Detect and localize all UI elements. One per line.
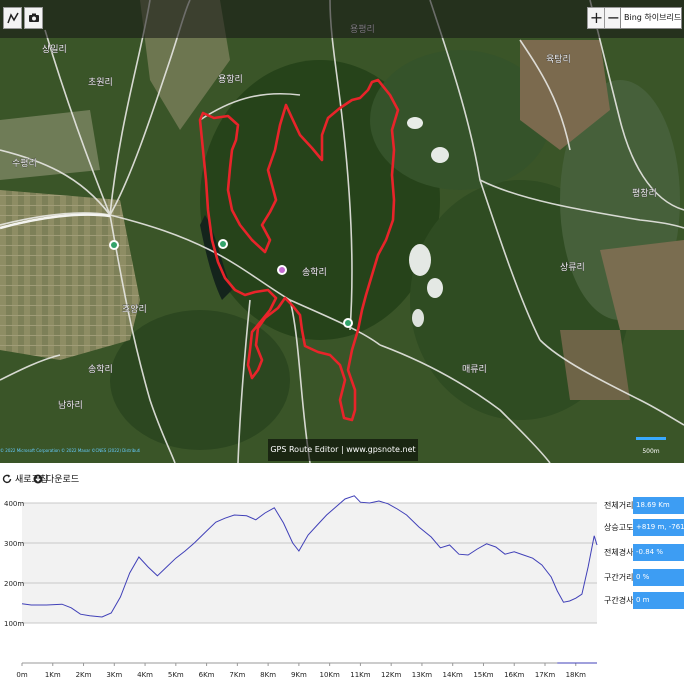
x-tick-label: 17Km (535, 671, 555, 679)
x-tick-label: 18Km (566, 671, 586, 679)
x-tick-label: 6Km (199, 671, 215, 679)
stat-label: 구간거리 (604, 572, 634, 582)
y-tick-label: 300m (4, 540, 24, 548)
stat-label: 전체경사 (604, 547, 634, 557)
map-watermark: GPS Route Editor | www.gpsnote.net (268, 439, 418, 461)
x-tick-label: 10Km (319, 671, 339, 679)
x-tick-label: 15Km (473, 671, 493, 679)
stat-value: +819 m, -761 m (633, 518, 684, 536)
stat-row: 구간경사 0 m (604, 591, 684, 609)
x-tick-label: 9Km (291, 671, 307, 679)
stat-row: 구간거리 0 % (604, 568, 684, 586)
stat-value: 0 m (633, 591, 684, 609)
stat-value: 0 % (633, 568, 684, 586)
x-tick-label: 0m (16, 671, 27, 679)
y-tick-label: 400m (4, 500, 24, 508)
svg-text:용항리: 용항리 (218, 74, 243, 85)
map-toolbar (0, 0, 684, 38)
stat-row: 전체거리 18.69 Km (604, 496, 684, 514)
x-tick-label: 1Km (45, 671, 61, 679)
stat-label: 전체거리 (604, 500, 634, 510)
stat-label: 구간경사 (604, 595, 634, 605)
scale-bar: 500m (636, 437, 666, 455)
svg-text:송학리: 송학리 (88, 364, 113, 375)
svg-text:남하리: 남하리 (58, 400, 83, 411)
svg-text:초원리: 초원리 (88, 77, 113, 88)
elevation-chart[interactable]: 100m 200m 300m 400m 0m 1Km 2Km 3Km 4Km 5Km 6Km 7Km 8… (0, 483, 600, 681)
stat-value: 18.69 Km (633, 496, 684, 514)
map-credit[interactable]: © 2022 Microsoft Corporation © 2022 Maxa… (0, 448, 140, 453)
stat-label: 상승고도 (604, 522, 634, 532)
download-icon (33, 474, 43, 483)
y-tick-label: 200m (4, 580, 24, 588)
svg-text:상일리: 상일리 (42, 44, 67, 55)
x-tick-label: 8Km (260, 671, 276, 679)
svg-text:조양리: 조양리 (122, 304, 147, 315)
svg-text:매류리: 매류리 (462, 364, 487, 375)
stat-row: 전체경사 -0.84 % (604, 543, 684, 561)
x-tick-label: 3Km (106, 671, 122, 679)
plot-background (22, 503, 597, 623)
scale-label: 500m (642, 448, 660, 455)
map-view[interactable]: 상일리 초원리 용항리 송학리 조양리 송학리 육탕리 평창리 매류리 수평리 … (0, 0, 684, 463)
x-tick-label: 2Km (76, 671, 92, 679)
svg-text:상류리: 상류리 (560, 262, 585, 273)
x-tick-label: 11Km (350, 671, 370, 679)
stat-value: -0.84 % (633, 543, 684, 561)
svg-text:육탕리: 육탕리 (546, 54, 571, 65)
refresh-icon (2, 474, 12, 483)
y-tick-label: 100m (4, 620, 24, 628)
x-tick-label: 12Km (381, 671, 401, 679)
x-tick-label: 13Km (412, 671, 432, 679)
x-tick-label: 14Km (443, 671, 463, 679)
route-mode-icon[interactable] (3, 7, 22, 29)
x-tick-label: 5Km (168, 671, 184, 679)
satellite-imagery: 상일리 초원리 용항리 송학리 조양리 송학리 육탕리 평창리 매류리 수평리 … (0, 0, 684, 463)
photo-icon[interactable] (24, 7, 43, 29)
stat-row: 상승고도+819 m, -761 m (604, 518, 684, 536)
x-tick-label: 16Km (504, 671, 524, 679)
svg-text:수평리: 수평리 (12, 158, 37, 169)
elevation-panel: 새로고침 다운로드 100m 200m 300m 400m 0m 1Km 2Km 3Km 4Km… (0, 463, 684, 681)
map-type-select[interactable]: Bing 하이브리드 (F (620, 7, 682, 29)
svg-text:송학리: 송학리 (302, 267, 327, 278)
x-tick-label: 4Km (137, 671, 153, 679)
svg-text:평창리: 평창리 (632, 188, 657, 199)
x-tick-label: 7Km (229, 671, 245, 679)
